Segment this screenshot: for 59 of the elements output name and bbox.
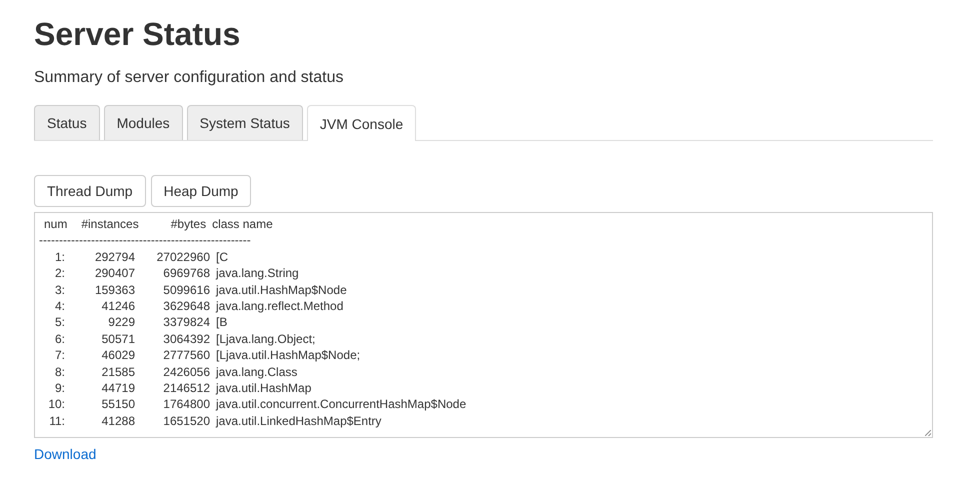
console-cell-text: 41246 — [100, 298, 135, 314]
dashed-divider-text: ----------------------------------------------------- — [39, 232, 252, 249]
console-cell: java.lang.Class — [216, 364, 298, 380]
console-cell-text: 2777560 — [162, 347, 210, 364]
console-cell-text: 27022960 — [156, 248, 210, 266]
console-cell-text: 11: — [48, 412, 65, 430]
console-cell-text: 6969768 — [162, 265, 210, 282]
column-header: num — [44, 216, 68, 232]
console-cell-text: 46029 — [100, 347, 135, 364]
console-cell: [C — [216, 248, 228, 266]
console-cell-text: 10: — [47, 396, 65, 413]
console-cell: java.util.HashMap — [216, 380, 312, 396]
column-header: #bytes — [170, 216, 206, 232]
console-cell-text: 1651520 — [162, 412, 210, 430]
tab[interactable]: JVM Console — [306, 105, 416, 141]
console-cell: [B — [216, 314, 228, 331]
resize-grip-icon — [925, 430, 931, 436]
column-header: #instances — [81, 216, 139, 232]
console-cell: java.lang.reflect.Method — [216, 298, 344, 314]
console-cell-text: 5099616 — [162, 282, 210, 298]
page-title: Server Status — [34, 15, 242, 54]
page-subtitle: Summary of server configuration and status — [34, 68, 344, 88]
tab[interactable]: Modules — [104, 105, 183, 140]
tab[interactable]: System Status — [186, 105, 303, 140]
console-cell-text: 159363 — [94, 282, 135, 298]
console-cell-text: 44719 — [100, 380, 135, 396]
console-cell-text: 6: — [54, 330, 65, 348]
console-cell: [Ljava.util.HashMap$Node; — [216, 347, 360, 364]
console-cell-text: 55150 — [100, 396, 135, 413]
console-cell-text: 3064392 — [162, 330, 210, 348]
console-cell-text: 2426056 — [162, 364, 210, 380]
console-cell-text: 9229 — [107, 314, 135, 331]
console-cell-text: 7: — [54, 347, 65, 364]
console-cell-text: 290407 — [94, 265, 135, 282]
console-cell: java.util.HashMap$Node — [216, 282, 347, 298]
action-button[interactable]: Thread Dump — [34, 175, 146, 207]
console-cell: java.lang.String — [216, 265, 299, 282]
console-cell-text: 1764800 — [162, 396, 210, 413]
console-cell-text: 21585 — [100, 364, 135, 380]
console-cell-text: 292794 — [94, 248, 135, 266]
column-header: class name — [212, 216, 273, 232]
console-cell-text: 4: — [54, 298, 65, 314]
console-cell-text: 8: — [54, 364, 65, 380]
console-cell-text: 2: — [54, 265, 65, 282]
console-cell-text: 3: — [54, 282, 65, 298]
console-cell: java.util.LinkedHashMap$Entry — [216, 412, 382, 430]
console-cell-text: 50571 — [100, 330, 135, 348]
console-cell: java.util.concurrent.ConcurrentHashMap$Node — [216, 396, 466, 413]
download-link[interactable]: Download — [34, 446, 96, 462]
console-cell: [Ljava.lang.Object; — [216, 330, 316, 348]
console-cell-text: 2146512 — [162, 380, 210, 396]
action-button[interactable]: Heap Dump — [150, 175, 252, 207]
tab[interactable]: Status — [34, 105, 100, 140]
console-cell-text: 9: — [54, 380, 65, 396]
console-cell-text: 41288 — [100, 412, 135, 430]
console-cell-text: 5: — [54, 314, 65, 331]
console-cell-text: 1: — [54, 248, 65, 266]
console-cell-text: 3629648 — [162, 298, 210, 314]
console-cell-text: 3379824 — [162, 314, 210, 331]
